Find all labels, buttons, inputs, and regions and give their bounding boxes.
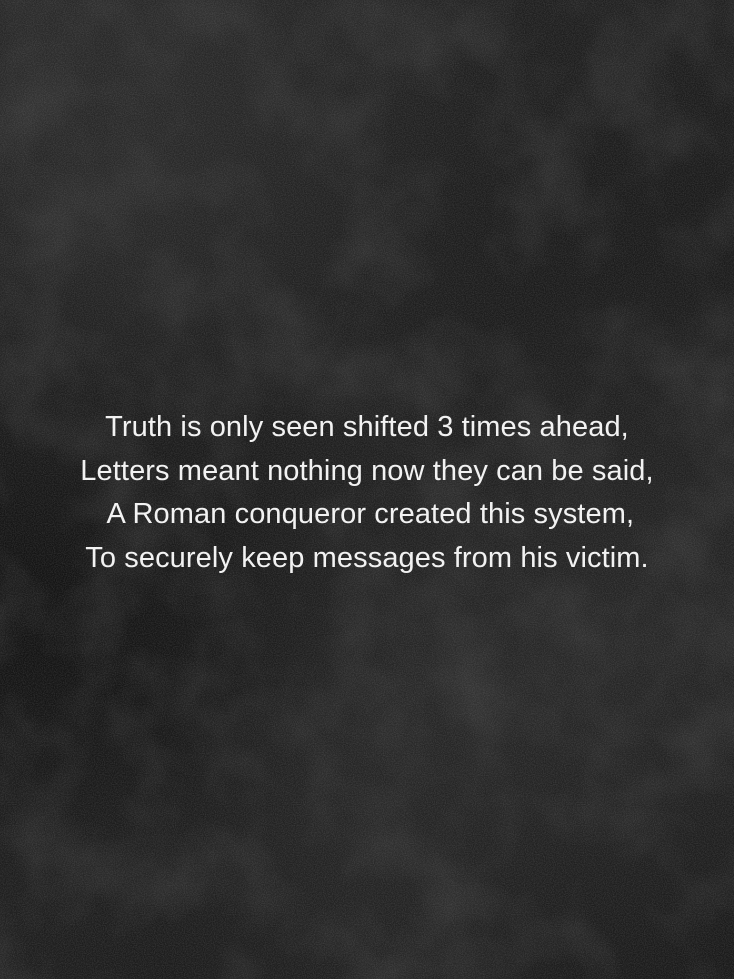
poem-line-4: To securely keep messages from his victi… xyxy=(85,541,649,574)
poem-line-1: Truth is only seen shifted 3 times ahead… xyxy=(105,411,629,443)
page-background: Truth is only seen shifted 3 times ahead… xyxy=(0,0,734,979)
poem-line-3: A Roman conqueror created this system, xyxy=(99,498,635,530)
poem-line-2: Letters meant nothing now they can be sa… xyxy=(80,454,654,487)
poem-text: Truth is only seen shifted 3 times ahead… xyxy=(0,406,734,580)
